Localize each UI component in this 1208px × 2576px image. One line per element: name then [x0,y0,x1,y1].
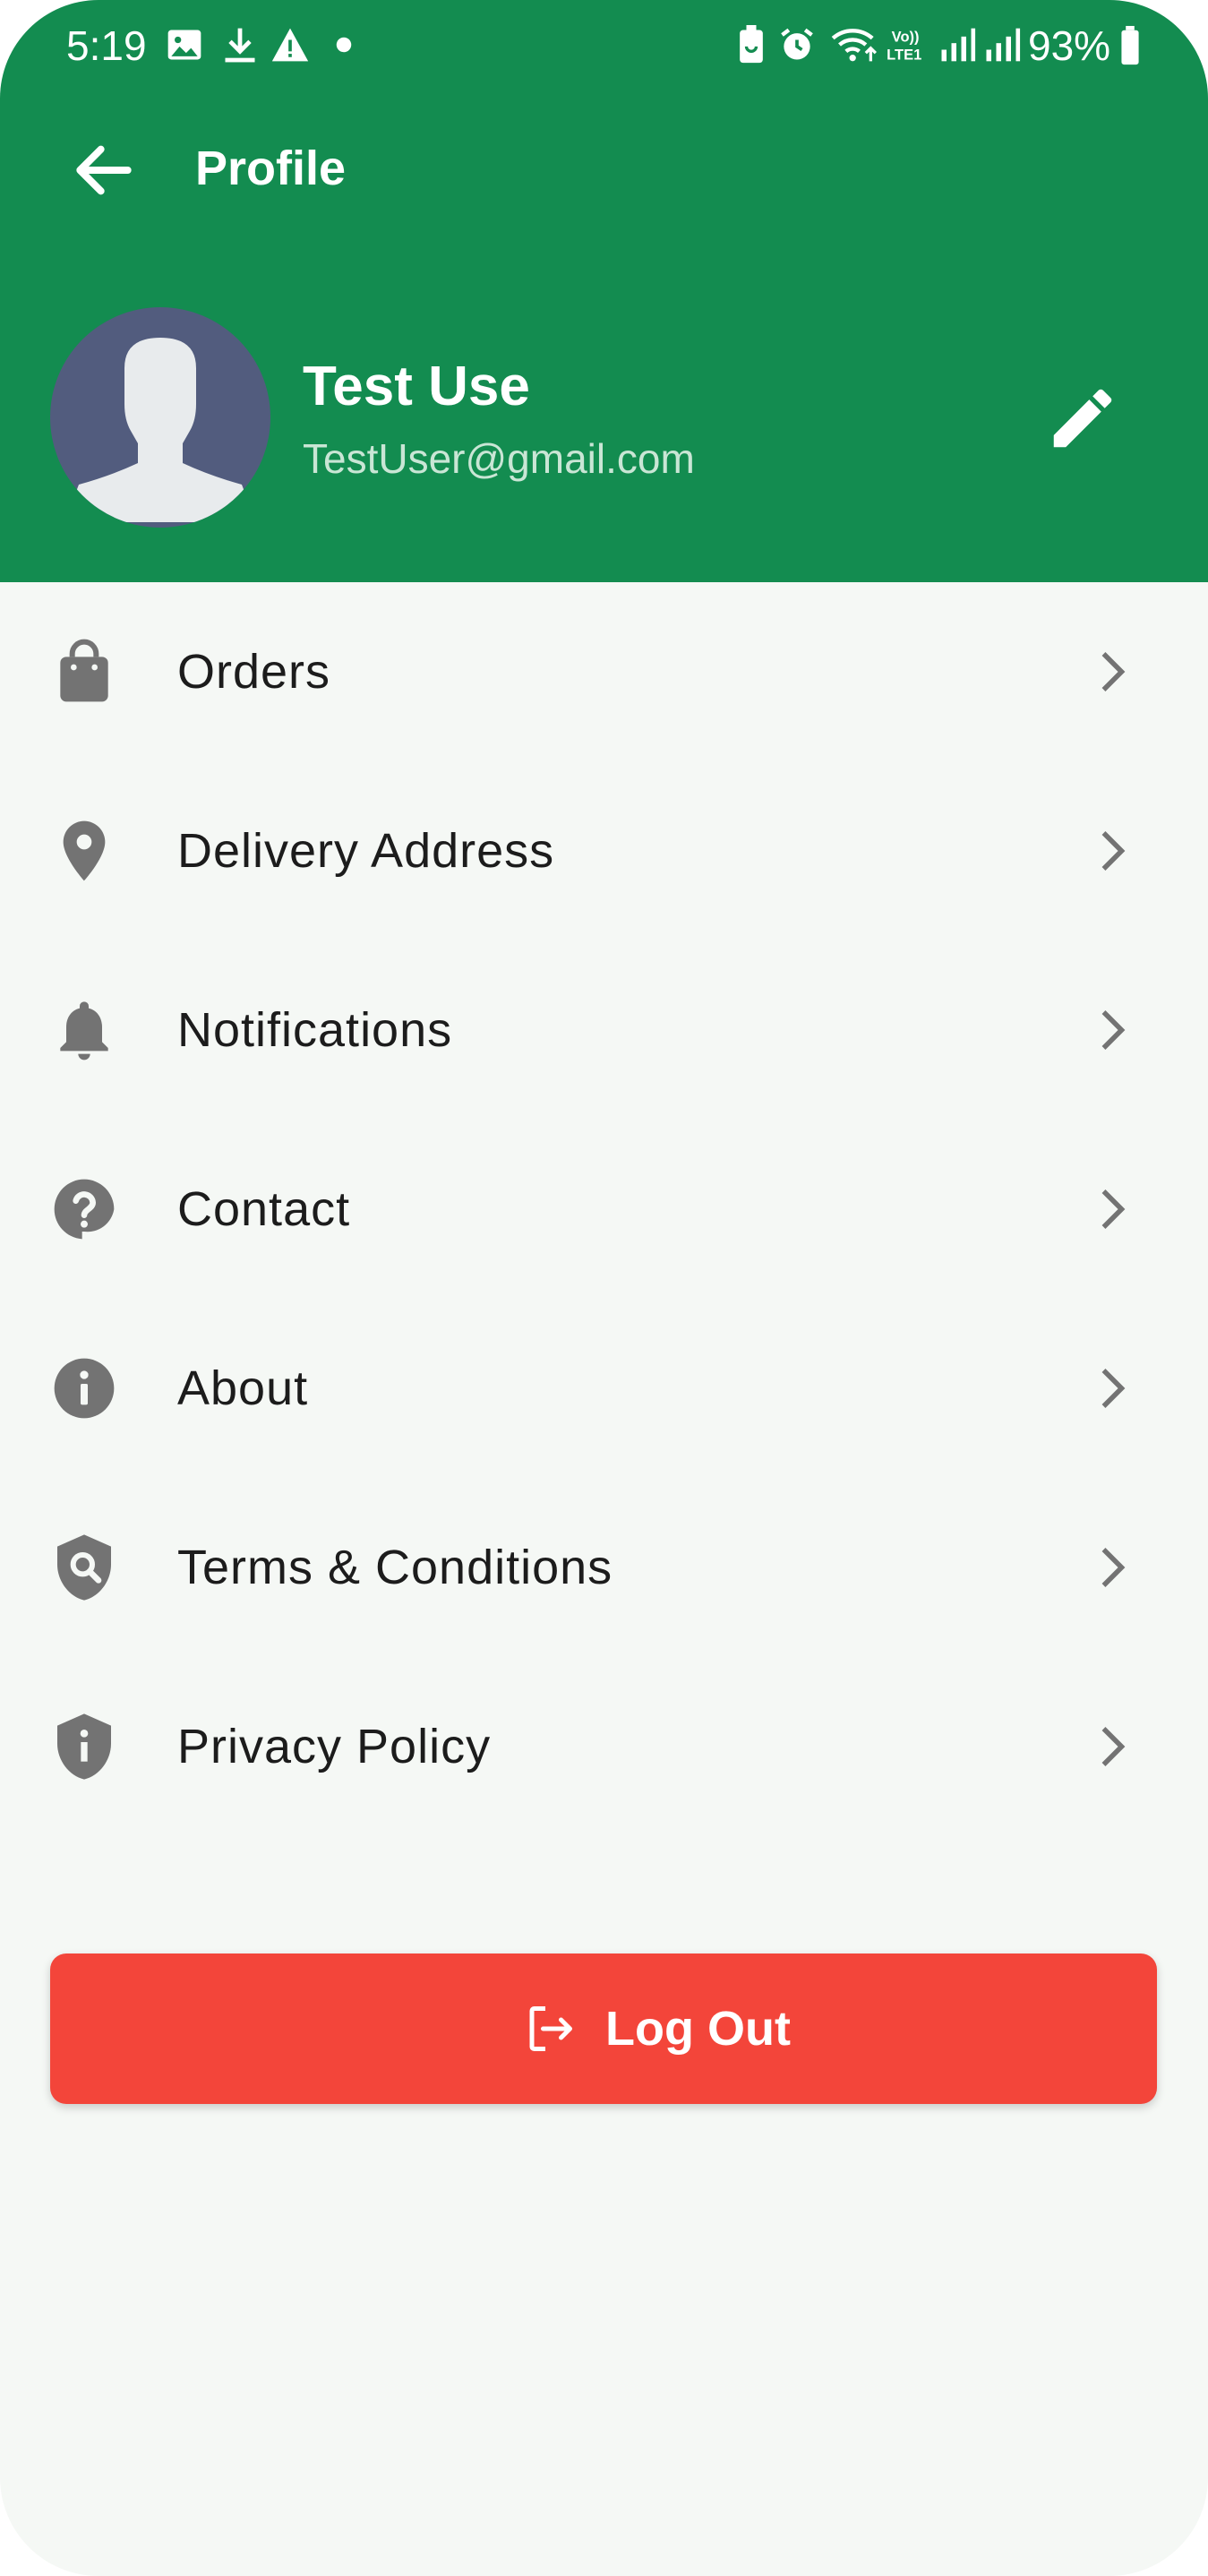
wifi-icon [831,29,878,62]
back-arrow-icon[interactable] [68,134,140,206]
phone-screen: 5:19 Vo)) LTE1 93% Profile Test Use TestU… [0,0,1208,2576]
logout-button[interactable]: Log Out [50,1953,1157,2104]
logout-icon [529,2006,572,2051]
battery-saver-icon [740,25,763,64]
info-icon [54,1358,115,1419]
chevron-right-icon [1101,1189,1126,1229]
edit-pencil-icon[interactable] [1044,380,1121,457]
alarm-icon [781,28,813,60]
bell-icon [60,1001,108,1060]
chevron-right-icon [1101,1727,1126,1766]
location-pin-icon [63,820,106,881]
menu-item-notifications[interactable]: Notifications [0,940,1208,1120]
dot-icon [336,37,352,53]
logout-label: Log Out [605,2002,791,2056]
status-time: 5:19 [66,22,147,69]
volte-icon: Vo)) LTE1 [887,29,921,64]
menu-item-label: Privacy Policy [177,1720,492,1773]
menu-item-label: Delivery Address [177,824,555,878]
user-name: Test Use [303,356,530,417]
menu-item-label: Orders [177,645,331,699]
chevron-right-icon [1101,652,1126,691]
gallery-icon [167,30,201,60]
menu-item-label: About [177,1361,309,1415]
warning-icon [271,28,309,62]
battery-icon [1121,25,1139,65]
menu-item-privacy-policy[interactable]: Privacy Policy [0,1657,1208,1836]
page-title: Profile [195,142,347,195]
menu-item-orders[interactable]: Orders [0,582,1208,761]
chevron-right-icon [1101,1010,1126,1050]
help-circle-icon [54,1179,115,1240]
menu-item-label: Terms & Conditions [177,1541,613,1594]
menu-item-contact[interactable]: Contact [0,1120,1208,1299]
menu-item-label: Contact [177,1182,351,1236]
signal-2-icon [986,28,1021,62]
profile-header: 5:19 Vo)) LTE1 93% Profile Test Use TestU… [0,0,1208,582]
svg-text:Vo)): Vo)) [892,29,920,45]
download-icon [225,28,255,63]
menu-item-terms-conditions[interactable]: Terms & Conditions [0,1478,1208,1657]
shopping-bag-icon [60,639,108,702]
shield-search-icon [57,1534,111,1601]
chevron-right-icon [1101,1369,1126,1408]
svg-text:LTE1: LTE1 [887,47,921,64]
battery-percentage: 93% [1028,22,1111,69]
chevron-right-icon [1101,831,1126,871]
signal-icon [941,28,976,62]
user-email: TestUser@gmail.com [303,435,695,482]
menu-item-about[interactable]: About [0,1299,1208,1478]
menu-item-delivery-address[interactable]: Delivery Address [0,761,1208,940]
user-silhouette-icon [64,338,256,522]
shield-info-icon [57,1713,111,1780]
avatar[interactable] [50,307,270,528]
menu-item-label: Notifications [177,1003,453,1057]
status-bar: 5:19 Vo)) LTE1 93% [0,0,1208,90]
chevron-right-icon [1101,1548,1126,1587]
